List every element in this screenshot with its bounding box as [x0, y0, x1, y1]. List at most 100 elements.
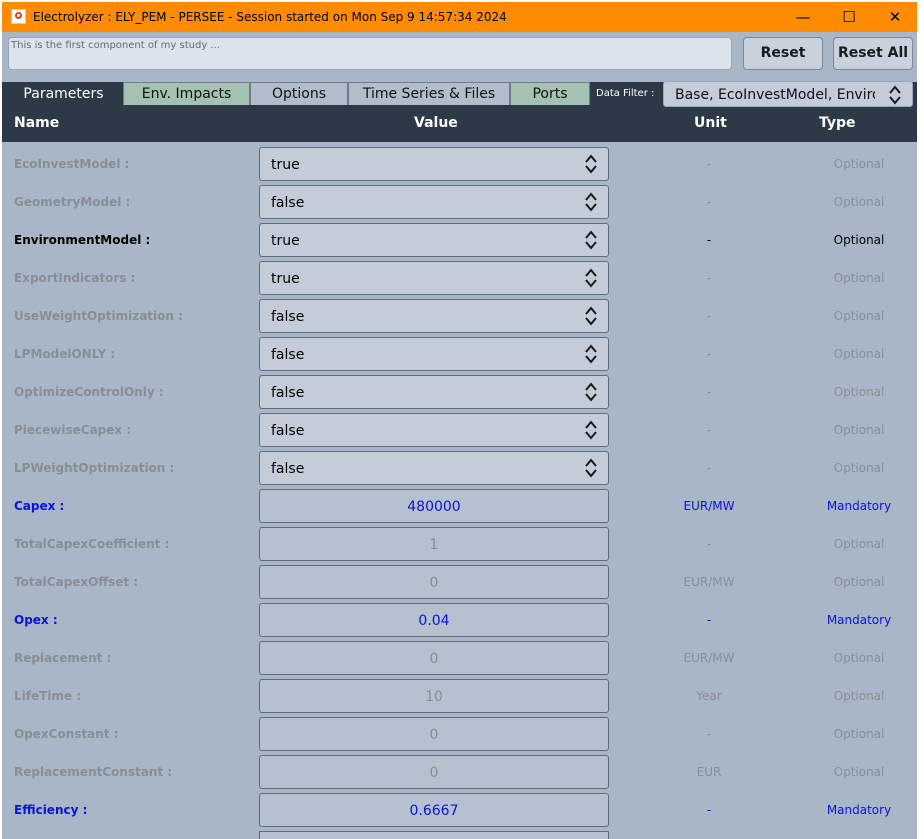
column-header-type: Type [819, 115, 856, 131]
reset-all-button[interactable]: Reset All [833, 37, 913, 70]
table-row: Capex : 480000 EUR/MW Mandatory [2, 486, 917, 524]
parameter-name: LPWeightOptimization : [14, 461, 175, 475]
value-select[interactable]: true [259, 261, 609, 295]
up-down-chevron-icon [585, 344, 597, 364]
data-filter-value: Base, EcoInvestModel, EnvironmentModel [675, 87, 875, 103]
table-row: LifeTime : 10 Year Optional [2, 676, 917, 714]
table-row: Opex : 0.04 - Mandatory [2, 600, 917, 638]
minimize-button[interactable]: — [780, 2, 826, 32]
parameter-name: GeometryModel : [14, 195, 131, 209]
column-header-name: Name [14, 115, 60, 131]
value-input[interactable]: 0 [259, 641, 609, 675]
table-row: ReplacementConstant : 0 EUR Optional [2, 752, 917, 790]
up-down-chevron-icon [585, 458, 597, 478]
value-select[interactable]: false [259, 451, 609, 485]
value-input[interactable]: 0.6667 [259, 793, 609, 827]
up-down-chevron-icon [585, 306, 597, 326]
parameter-value: 1 [429, 537, 439, 553]
reset-button[interactable]: Reset [743, 37, 823, 70]
parameter-value: true [271, 271, 300, 287]
parameter-name: PiecewiseCapex : [14, 423, 132, 437]
table-row: UseWeightOptimization : false - Optional [2, 296, 917, 334]
value-select[interactable]: false [259, 413, 609, 447]
parameter-type: Mandatory [826, 803, 892, 817]
value-input[interactable]: 0 [259, 717, 609, 751]
comment-placeholder: This is the first component of my study … [11, 40, 220, 51]
parameter-unit: EUR/MW [683, 499, 735, 513]
parameter-name: Efficiency : [14, 803, 88, 817]
parameter-name: OptimizeControlOnly : [14, 385, 164, 399]
column-header-value: Value [414, 115, 458, 131]
parameter-unit: - [706, 157, 712, 171]
parameter-unit: EUR [696, 765, 722, 779]
parameter-unit: - [706, 461, 712, 475]
value-input[interactable]: 1 [259, 527, 609, 561]
maximize-button[interactable]: ☐ [826, 2, 872, 32]
parameter-name: LPModelONLY : [14, 347, 116, 361]
value-select[interactable]: false [259, 375, 609, 409]
value-select[interactable]: false [259, 185, 609, 219]
value-input[interactable]: 0.04 [259, 603, 609, 637]
parameter-name: Opex : [14, 613, 58, 627]
parameter-type: Optional [833, 461, 885, 475]
parameter-value: 0 [429, 727, 439, 743]
close-button[interactable]: ✕ [872, 2, 917, 32]
parameter-unit: - [706, 309, 712, 323]
value-select[interactable]: false [259, 299, 609, 333]
parameter-type: Mandatory [826, 499, 892, 513]
parameter-name: EnvironmentModel : [14, 233, 151, 247]
parameter-value: false [271, 385, 305, 401]
tab-env-impacts[interactable]: Env. Impacts [123, 82, 250, 105]
parameter-value: 0 [429, 651, 439, 667]
parameter-type: Optional [833, 271, 885, 285]
parameter-value: 0.04 [418, 613, 450, 629]
parameter-value: false [271, 461, 305, 477]
parameter-unit: - [706, 195, 712, 209]
parameter-name: ExportIndicators : [14, 271, 136, 285]
tab-time-series-files[interactable]: Time Series & Files [348, 82, 510, 105]
tab-ports[interactable]: Ports [510, 82, 590, 105]
parameter-name: TotalCapexCoefficient : [14, 537, 170, 551]
parameter-name: OpexConstant : [14, 727, 119, 741]
tab-parameters[interactable]: Parameters [4, 82, 123, 105]
parameter-type: Optional [833, 765, 885, 779]
value-input[interactable]: 480000 [259, 489, 609, 523]
comment-input[interactable]: This is the first component of my study … [8, 37, 732, 70]
parameter-name: ReplacementConstant : [14, 765, 173, 779]
parameter-value: true [271, 157, 300, 173]
parameter-type: Optional [833, 423, 885, 437]
parameter-type: Optional [833, 157, 885, 171]
parameter-type: Optional [833, 195, 885, 209]
parameter-value: false [271, 347, 305, 363]
value-input[interactable]: 0 [259, 565, 609, 599]
table-row: ExportIndicators : true - Optional [2, 258, 917, 296]
app-logo-icon [11, 9, 26, 24]
value-select[interactable]: true [259, 223, 609, 257]
data-filter-select[interactable]: Base, EcoInvestModel, EnvironmentModel [663, 81, 913, 107]
value-input[interactable]: 0 [259, 755, 609, 789]
parameter-value: 0.6667 [409, 803, 459, 819]
column-header-unit: Unit [694, 115, 727, 131]
parameter-value: 480000 [407, 499, 461, 515]
tab-options[interactable]: Options [250, 82, 348, 105]
parameter-name: LifeTime : [14, 689, 82, 703]
table-row: TotalCapexCoefficient : 1 - Optional [2, 524, 917, 562]
parameter-name: Capex : [14, 499, 65, 513]
table-row: GeometryModel : false - Optional [2, 182, 917, 220]
parameter-unit: - [706, 271, 712, 285]
table-row: LPModelONLY : false - Optional [2, 334, 917, 372]
parameter-value: true [271, 233, 300, 249]
table-row: EnvironmentModel : true - Optional [2, 220, 917, 258]
table-row: OpexConstant : 0 - Optional [2, 714, 917, 752]
value-select[interactable]: true [259, 147, 609, 181]
value-select[interactable]: false [259, 337, 609, 371]
parameter-unit: EUR/MW [683, 651, 735, 665]
table-row: LPWeightOptimization : false - Optional [2, 448, 917, 486]
table-row: PiecewiseCapex : false - Optional [2, 410, 917, 448]
table-row: EcoInvestModel : true - Optional [2, 144, 917, 182]
parameter-value: false [271, 309, 305, 325]
parameter-unit: EUR/MW [683, 575, 735, 589]
table-row: OptimizeControlOnly : false - Optional [2, 372, 917, 410]
value-input[interactable]: 10 [259, 679, 609, 713]
parameter-type: Mandatory [826, 613, 892, 627]
